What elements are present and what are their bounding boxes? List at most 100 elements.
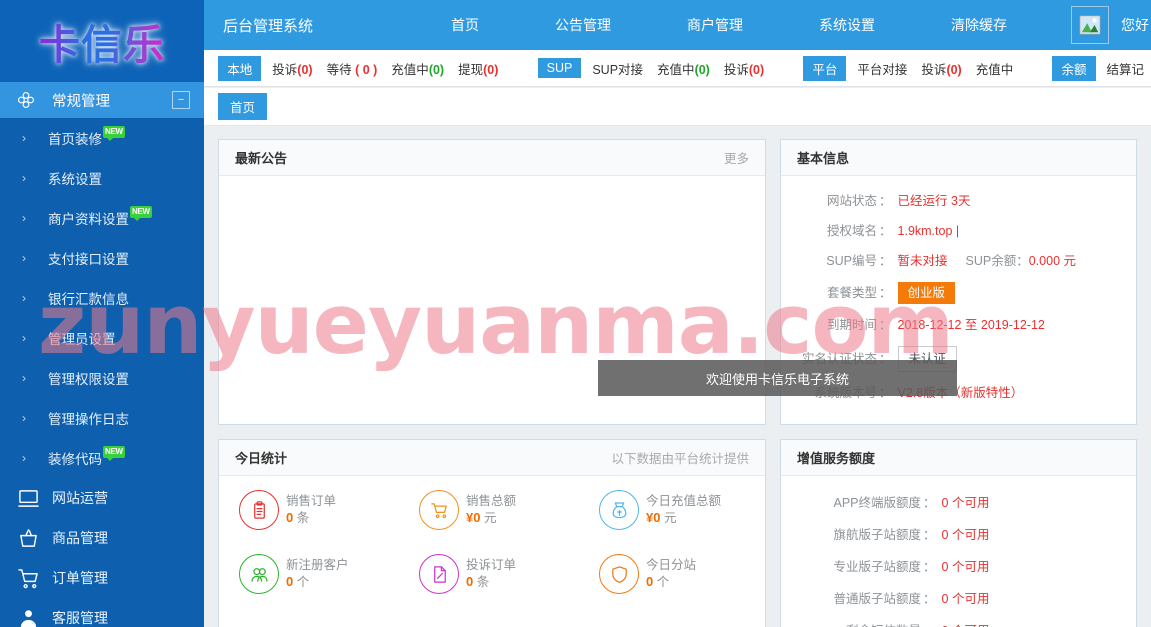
platform-link-0[interactable]: 平台对接 — [850, 59, 914, 78]
count-badge: ( 0 ) — [355, 62, 378, 77]
sidebar-sub-item-3[interactable]: › 支付接口设置 — [0, 238, 204, 278]
platform-link-2[interactable]: 充值中 — [969, 59, 1021, 78]
sidebar-item-2[interactable]: 订单管理 — [0, 558, 204, 598]
sidebar-sub-item-label: 首页装修NEW — [48, 125, 125, 147]
nav-announcements[interactable]: 公告管理 — [517, 15, 649, 35]
toolbar-pill-platform[interactable]: 平台 — [803, 55, 847, 81]
stat-cell-1[interactable]: 销售总额 ¥0 元 — [399, 490, 579, 530]
local-link-0[interactable]: 投诉(0) — [265, 59, 319, 78]
announcement-more-link[interactable]: 更多 — [724, 148, 749, 167]
row-colon: ： — [879, 194, 892, 208]
sidebar-sub-item-label: 商户资料设置NEW — [48, 205, 152, 227]
quota-value: 0 个可用 — [941, 592, 990, 606]
toolbar-pill-sup[interactable]: SUP — [537, 58, 582, 78]
quota-value: 0 个可用 — [942, 620, 990, 627]
local-link-1[interactable]: 等待 ( 0 ) — [320, 59, 385, 78]
agent-icon — [18, 608, 44, 627]
row-colon: ： — [879, 318, 892, 332]
sidebar-sub-item-label: 管理权限设置 — [48, 372, 129, 387]
platform-link-1[interactable]: 投诉(0) — [914, 59, 968, 78]
sup-link-2[interactable]: 投诉(0) — [717, 59, 771, 78]
row-label: 网站状态 — [826, 194, 877, 208]
stat-cell-3[interactable]: 新注册客户 0 个 — [219, 554, 399, 594]
app-root: 卡信乐 常规管理 − › 首页装修NEW › 系统设置 › 商户资料设置NEW › 支付接口设… — [0, 0, 1151, 627]
cart-icon — [419, 490, 459, 530]
stat-text: 销售订单 0 条 — [286, 493, 336, 527]
count-badge: (0) — [946, 62, 962, 77]
basic-info-row-4: 到期时间： 2018-12-12 至 2019-12-12 — [781, 316, 1120, 334]
quota-row-2: 专业版子站额度： 0 个可用 — [781, 556, 1120, 575]
nav-home[interactable]: 首页 — [413, 15, 517, 35]
sidebar-group-label: 常规管理 — [52, 93, 110, 110]
money-bag-icon — [599, 490, 639, 530]
stat-cell-0[interactable]: 销售订单 0 条 — [219, 490, 399, 530]
stat-text: 销售总额 ¥0 元 — [466, 493, 516, 527]
nav-merchants[interactable]: 商户管理 — [649, 15, 781, 35]
sidebar-item-0[interactable]: 网站运营 — [0, 478, 204, 518]
basic-info-row-0: 网站状态： 已经运行 3天 — [781, 192, 1120, 210]
sidebar-item-3[interactable]: 客服管理 — [0, 598, 204, 627]
sidebar-sub-item-7[interactable]: › 管理操作日志 — [0, 398, 204, 438]
value-added-title: 增值服务额度 — [797, 451, 876, 466]
value-added-header: 增值服务额度 — [781, 440, 1136, 476]
stat-cell-2[interactable]: 今日充值总额 ¥0 元 — [579, 490, 759, 530]
announcement-body — [219, 176, 765, 348]
toolbar-group-sup: SUP对接 充值中(0) 投诉(0) — [585, 59, 771, 78]
sidebar-sub-item-4[interactable]: › 银行汇款信息 — [0, 278, 204, 318]
row-colon: ： — [879, 224, 892, 238]
row-label: 套餐类型 — [826, 286, 877, 300]
local-link-3[interactable]: 提现(0) — [451, 59, 505, 78]
stat-cell-4[interactable]: 投诉订单 0 条 — [399, 554, 579, 594]
basic-info-header: 基本信息 — [781, 140, 1136, 176]
today-stats-subtitle: 以下数据由平台统计提供 — [611, 452, 749, 466]
broken-image-icon — [1079, 15, 1101, 35]
collapse-toggle-icon[interactable]: − — [172, 91, 190, 109]
toolbar-pill-balance[interactable]: 余额 — [1052, 55, 1096, 81]
sidebar-sub-item-0[interactable]: › 首页装修NEW — [0, 118, 204, 158]
today-stats-header: 今日统计 以下数据由平台统计提供 — [219, 440, 765, 476]
topbar-title: 后台管理系统 — [223, 17, 314, 35]
quota-value: 0 个可用 — [941, 496, 990, 510]
stat-cell-5[interactable]: 今日分站 0 个 — [579, 554, 759, 594]
sidebar-sub-item-1[interactable]: › 系统设置 — [0, 158, 204, 198]
nav-system-settings[interactable]: 系统设置 — [781, 15, 913, 35]
basket-icon — [18, 528, 44, 549]
page-tab-home[interactable]: 首页 — [218, 93, 268, 120]
basic-info-row-3: 套餐类型： 创业版 — [781, 282, 1120, 304]
sup-link-1[interactable]: 充值中(0) — [650, 59, 717, 78]
nav-clear-cache[interactable]: 清除缓存 — [913, 15, 1045, 35]
bottom-panel-row: 今日统计 以下数据由平台统计提供 销售订单 0 条 销售总额 ¥0 元 今日充值总额 ¥0… — [204, 439, 1151, 627]
row-value: 2018-12-12 至 2019-12-12 — [897, 318, 1045, 332]
stat-value: ¥0 元 — [466, 510, 497, 525]
balance-link-0[interactable]: 结算记 — [1100, 59, 1151, 78]
basic-info-title: 基本信息 — [797, 151, 850, 166]
logo-text: 卡信乐 — [39, 11, 165, 71]
quota-label: 普通版子站额度 — [833, 592, 921, 606]
document-edit-icon — [419, 554, 459, 594]
chevron-right-icon: › — [22, 291, 26, 305]
sidebar-sub-item-8[interactable]: › 装修代码NEW — [0, 438, 204, 478]
sidebar-sub-item-2[interactable]: › 商户资料设置NEW — [0, 198, 204, 238]
sidebar-sub-item-6[interactable]: › 管理权限设置 — [0, 358, 204, 398]
chevron-right-icon: › — [22, 451, 26, 465]
today-stats-title: 今日统计 — [235, 451, 288, 466]
row-colon: ： — [879, 286, 892, 300]
today-stats-panel: 今日统计 以下数据由平台统计提供 销售订单 0 条 销售总额 ¥0 元 今日充值总额 ¥0… — [218, 439, 766, 627]
sidebar-main-list: 网站运营商品管理订单管理客服管理用户管理VIP分站管理 — [0, 478, 204, 627]
row-value: 1.9km.top | — [897, 224, 960, 238]
stat-value: ¥0 元 — [646, 510, 677, 525]
plan-badge: 创业版 — [897, 282, 956, 304]
sidebar-group-general[interactable]: 常规管理 − — [0, 82, 204, 118]
stat-text: 投诉订单 0 条 — [466, 557, 516, 591]
chevron-right-icon: › — [22, 371, 26, 385]
logo[interactable]: 卡信乐 — [0, 0, 204, 82]
sidebar-item-1[interactable]: 商品管理 — [0, 518, 204, 558]
value-added-body: APP终端版额度： 0 个可用 旗航版子站额度： 0 个可用 专业版子站额度： 0 个可用… — [781, 476, 1136, 627]
sup-link-0[interactable]: SUP对接 — [585, 59, 650, 78]
local-link-2[interactable]: 充值中(0) — [384, 59, 451, 78]
sidebar-sub-item-5[interactable]: › 管理员设置 — [0, 318, 204, 358]
stat-value: 0 条 — [286, 510, 310, 525]
toolbar-pill-local[interactable]: 本地 — [218, 55, 262, 81]
stat-value: 0 个 — [286, 574, 310, 589]
avatar[interactable] — [1071, 6, 1110, 44]
